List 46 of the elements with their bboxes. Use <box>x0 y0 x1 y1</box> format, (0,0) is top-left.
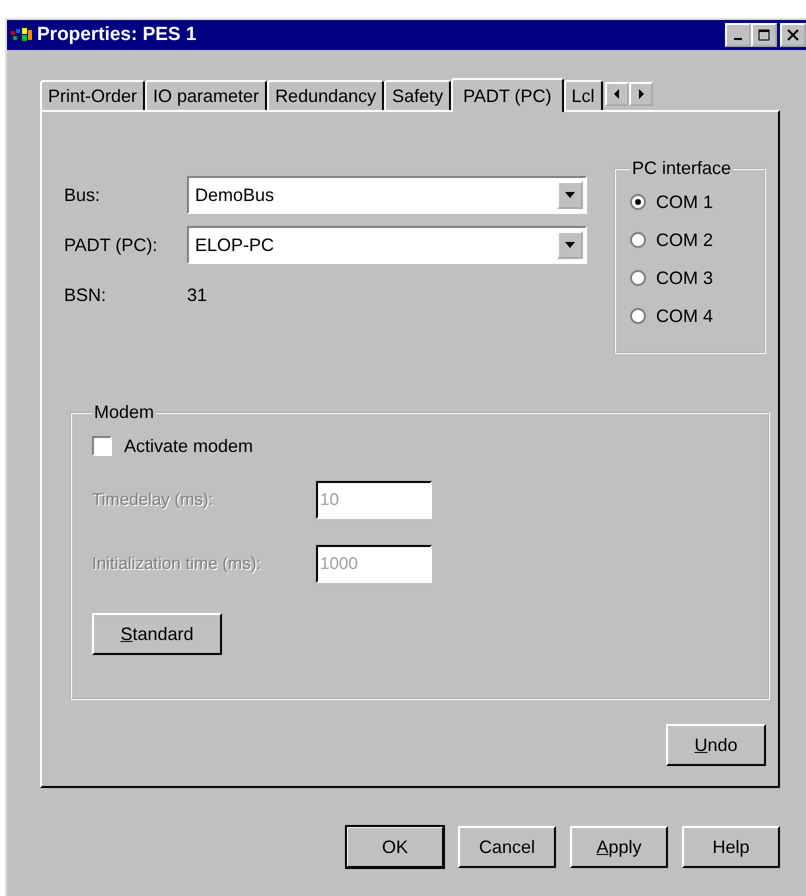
dialog-button[interactable]: Help <box>682 826 780 868</box>
minimize-button[interactable] <box>725 23 751 47</box>
radio-option[interactable]: COM 2 <box>630 221 754 259</box>
dropdown[interactable]: DemoBus <box>187 176 587 214</box>
window-title: Properties: PES 1 <box>37 24 198 46</box>
field-label: BSN: <box>64 284 108 306</box>
left-arrow-icon <box>612 89 621 99</box>
tab[interactable]: Print-Order <box>40 80 146 110</box>
field-label: Timedelay (ms): <box>92 490 214 510</box>
app-icon <box>11 27 33 43</box>
dropdown[interactable]: ELOP-PC <box>187 226 587 264</box>
radio-button[interactable] <box>630 308 646 324</box>
radio-option[interactable]: COM 4 <box>630 297 754 335</box>
right-arrow-icon <box>636 89 645 99</box>
radio-option[interactable]: COM 3 <box>630 259 754 297</box>
maximize-button[interactable] <box>751 23 777 47</box>
dialog-button[interactable]: Apply <box>570 826 668 868</box>
dropdown-arrow-icon <box>565 192 575 198</box>
minimize-icon <box>734 38 742 40</box>
close-icon <box>787 29 799 41</box>
group-title: Modem <box>93 402 156 423</box>
tab[interactable]: Lcl <box>564 80 603 110</box>
field-value: 31 <box>187 284 208 306</box>
undo-button[interactable]: Undo <box>666 724 766 766</box>
scroll-left-button[interactable] <box>604 82 629 106</box>
dialog-button[interactable]: OK <box>346 826 444 868</box>
dropdown-arrow-icon <box>565 242 575 248</box>
radio-option[interactable]: COM 1 <box>630 183 754 221</box>
tab[interactable]: PADT (PC) <box>451 78 564 112</box>
radio-button[interactable] <box>630 270 646 286</box>
checkbox[interactable] <box>92 436 112 456</box>
radio-button[interactable] <box>630 194 646 210</box>
radio-button[interactable] <box>630 232 646 248</box>
group-title: PC interface <box>631 158 732 179</box>
tab[interactable]: Redundancy <box>267 80 384 110</box>
field-label: Initialization time (ms): <box>92 554 262 574</box>
tab[interactable]: IO parameter <box>145 80 268 110</box>
scroll-right-button[interactable] <box>628 82 653 106</box>
maximize-icon <box>758 29 770 41</box>
close-button[interactable] <box>780 23 806 47</box>
checkbox-option[interactable]: Activate modem <box>92 431 768 461</box>
tab[interactable]: Safety <box>384 80 452 110</box>
dialog-button[interactable]: Cancel <box>458 826 556 868</box>
standard-button[interactable]: Standard <box>92 613 222 655</box>
field-label: PADT (PC): <box>64 234 158 256</box>
field-label: Bus: <box>64 184 102 206</box>
